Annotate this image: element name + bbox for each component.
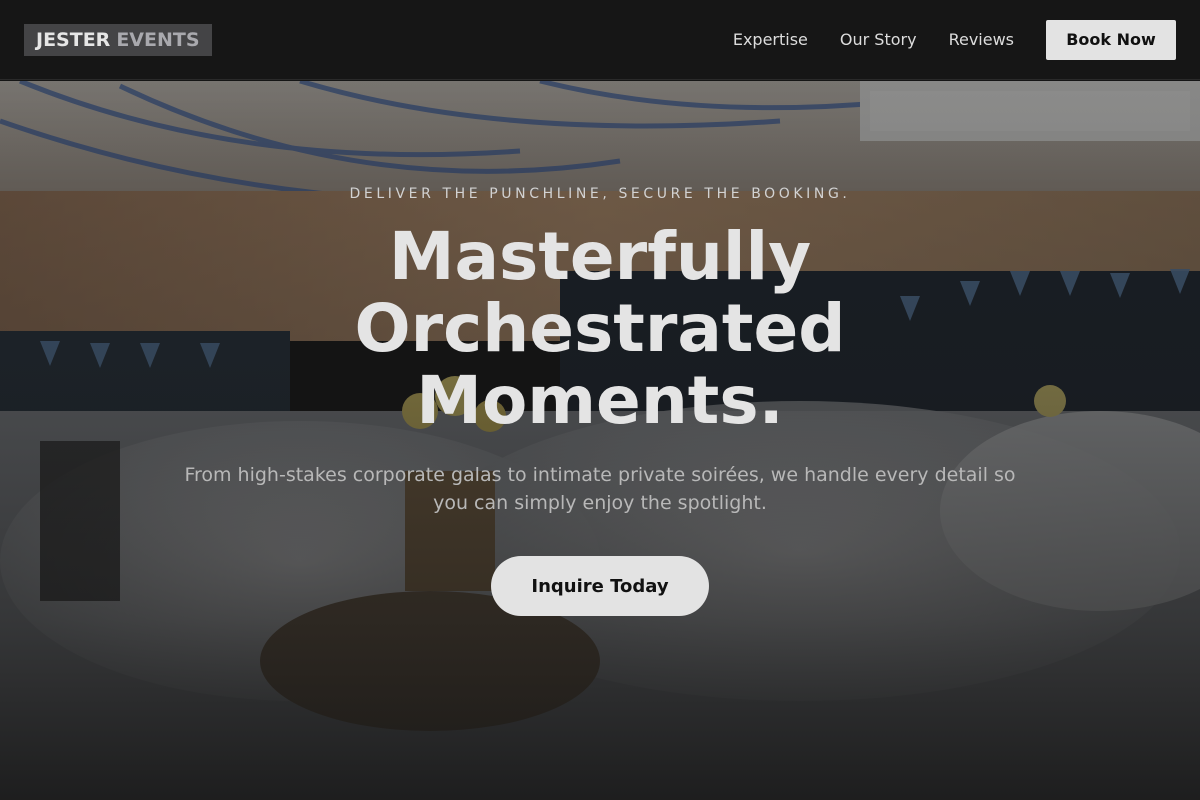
brand-word-1: JESTER [36, 28, 111, 51]
headline-line-2: Orchestrated [354, 290, 846, 367]
nav-link-our-story[interactable]: Our Story [840, 30, 917, 49]
nav-link-expertise[interactable]: Expertise [733, 30, 808, 49]
hero-section: DELIVER THE PUNCHLINE, SECURE THE BOOKIN… [0, 81, 1200, 800]
main-nav: Expertise Our Story Reviews Book Now [733, 19, 1176, 60]
brand-logo[interactable]: JESTER EVENTS [24, 23, 212, 56]
hero-subtext: From high-stakes corporate galas to inti… [184, 464, 1016, 514]
hero-headline: Masterfully Orchestrated Moments. [0, 221, 1200, 437]
page: JESTER EVENTS Expertise Our Story Review… [0, 0, 1200, 800]
headline-line-3: Moments. [416, 362, 784, 439]
headline-line-1: Masterfully [388, 218, 812, 295]
hero-eyebrow: DELIVER THE PUNCHLINE, SECURE THE BOOKIN… [349, 186, 851, 202]
site-header: JESTER EVENTS Expertise Our Story Review… [0, 0, 1200, 80]
nav-link-reviews[interactable]: Reviews [949, 30, 1014, 49]
inquire-today-button[interactable]: Inquire Today [491, 556, 709, 616]
brand-word-2: EVENTS [116, 28, 200, 51]
book-now-button[interactable]: Book Now [1046, 19, 1176, 60]
